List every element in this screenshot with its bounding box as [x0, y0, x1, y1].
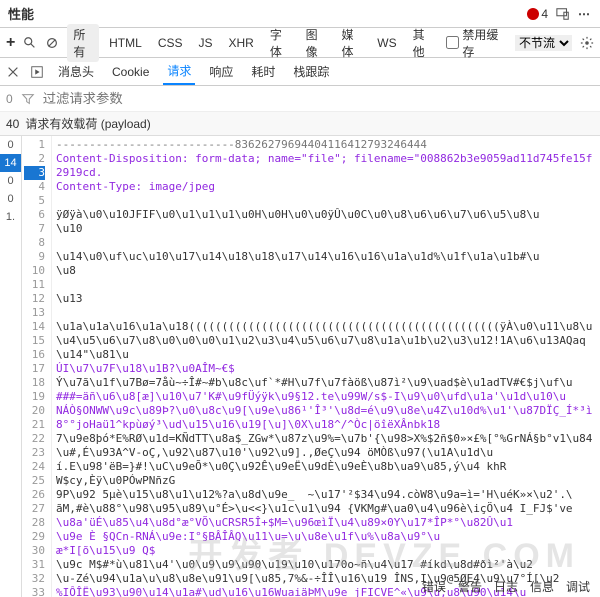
code-line: \u13	[56, 292, 596, 306]
code-line: Content-Type: image/jpeg	[56, 180, 596, 194]
disable-cache-input[interactable]	[446, 36, 459, 49]
filter-html[interactable]: HTML	[103, 34, 148, 52]
line-number-gutter: 1234567891011121314151617181920212223242…	[22, 136, 52, 597]
code-line: ###=äñ\u6\u8[æ]\u10\u7'K#\u9fÜýÿk\u9§12.…	[56, 390, 596, 404]
left-rail: 0 14 0 0 1.	[0, 136, 22, 597]
code-line: æ*I[õ\u15\u9 Q$	[56, 544, 596, 558]
code-line: ---------------------------8362627969440…	[56, 138, 596, 152]
code-line: 7\u9e8þó*E%RØ\u1d=KÑdTT\u8a$_ZGw*\u87z\u…	[56, 432, 596, 446]
code-line: \u1a\u1a\u16\u1a\u18((((((((((((((((((((…	[56, 320, 596, 334]
filter-js[interactable]: JS	[193, 34, 219, 52]
code-content: ---------------------------8362627969440…	[52, 136, 600, 597]
block-icon[interactable]	[45, 36, 59, 50]
code-line: \u4\u5\u6\u7\u8\u0\u0\u0\u1\u2\u3\u4\u5\…	[56, 334, 596, 362]
tab-cookie[interactable]: Cookie	[108, 61, 153, 83]
console-errors[interactable]: 错误	[422, 578, 446, 595]
filter-xhr[interactable]: XHR	[223, 34, 260, 52]
code-line: Content-Disposition: form-data; name="fi…	[56, 152, 596, 180]
filter-images[interactable]: 图像	[300, 24, 332, 62]
add-request-icon[interactable]: +	[6, 34, 15, 52]
devices-icon[interactable]	[556, 7, 570, 21]
settings-icon[interactable]	[580, 36, 594, 50]
code-line: \u8a'üÉ\u85\u4\u8d°æ°VÕ\uCRSR5Î+$M=\u96œ…	[56, 516, 596, 530]
code-line: \u9c M$#*ù\u81\u4'\u0\u9\u9\u90\u19\u10\…	[56, 558, 596, 572]
filter-fonts[interactable]: 字体	[264, 24, 296, 62]
code-line: í.E\u98'ëB=}#!\uC\u9eÕ*\u0Ç\u92Ê\u9eË\u9…	[56, 460, 596, 474]
code-line: ãM,#è\u88°\u98\u95\u89\u°É>\u<<}\u1c\u1\…	[56, 502, 596, 516]
code-line: \u9e È §QCn-RNÁ\u9e:I°§BÂÎÂQ\u11\u=\u\u8…	[56, 530, 596, 544]
search-icon[interactable]	[23, 36, 37, 50]
code-line: \u8	[56, 264, 596, 278]
payload-prefix: 40	[6, 117, 19, 131]
code-line: W$cy,Èÿ\u0PÓwPNñzG	[56, 474, 596, 488]
console-debug[interactable]: 调试	[566, 578, 590, 595]
error-dot-icon	[527, 8, 539, 20]
code-line	[56, 194, 596, 208]
code-line: 9P\u92 5µè\u15\u8\u1\u12%?a\u8d\u9e_ ~\u…	[56, 488, 596, 502]
code-line: \u10	[56, 222, 596, 236]
code-line: ÚI\u7\u7F\u18\u1B?\u0AÎM~€$	[56, 362, 596, 376]
panel-title: 性能	[8, 4, 527, 23]
error-count: 4	[541, 7, 548, 21]
error-badge[interactable]: 4	[527, 7, 548, 21]
tab-response[interactable]: 响应	[205, 59, 237, 84]
disable-cache-label: 禁用缓存	[462, 26, 507, 60]
code-line	[56, 306, 596, 320]
disable-cache-checkbox[interactable]: 禁用缓存	[446, 26, 507, 60]
code-line	[56, 278, 596, 292]
console-warnings[interactable]: 警告	[458, 578, 482, 595]
code-line: \u#,É\u93A^V-oÇ,\u92\u87\u10'\u92\u9].,Ø…	[56, 446, 596, 460]
filter-funnel-icon[interactable]	[21, 92, 35, 106]
tab-request[interactable]: 请求	[163, 58, 195, 85]
code-line	[56, 236, 596, 250]
payload-title: 请求有效载荷 (payload)	[25, 115, 150, 132]
filter-all[interactable]: 所有	[67, 24, 99, 62]
code-line: Ý\u7ã\u1f\u7Bø=7åù~÷Î#~#b\u8c\uf`*#H\u7f…	[56, 376, 596, 390]
filter-css[interactable]: CSS	[152, 34, 189, 52]
filter-ws[interactable]: WS	[371, 34, 402, 52]
code-line: 8°°joHaü1^kpùøý³\ud\u15\u16\u19[\u]\0X\u…	[56, 418, 596, 432]
console-logs[interactable]: 日志	[494, 578, 518, 595]
code-line: NÁÒ§ONWW\u9c\u89Þ?\u0\u8c\u9[\u9e\u86¹'Î…	[56, 404, 596, 418]
tab-headers[interactable]: 消息头	[54, 59, 98, 84]
tab-stack[interactable]: 栈跟踪	[289, 59, 333, 84]
throttle-select[interactable]: 不节流	[515, 35, 572, 51]
close-panel-icon[interactable]	[6, 65, 20, 79]
filter-media[interactable]: 媒体	[335, 24, 367, 62]
more-menu-icon[interactable]: ⋯	[578, 7, 592, 21]
filter-other[interactable]: 其他	[407, 24, 439, 62]
param-count: 0	[6, 92, 13, 106]
filter-params-input[interactable]	[43, 91, 594, 106]
code-line: ÿØÿà\u0\u10JFIF\u0\u1\u1\u1\u0H\u0H\u0\u…	[56, 208, 596, 222]
playback-icon[interactable]	[30, 65, 44, 79]
code-line: \u14\u0\uf\uc\u10\u17\u14\u18\u18\u17\u1…	[56, 250, 596, 264]
tab-timings[interactable]: 耗时	[247, 59, 279, 84]
console-info[interactable]: 信息	[530, 578, 554, 595]
